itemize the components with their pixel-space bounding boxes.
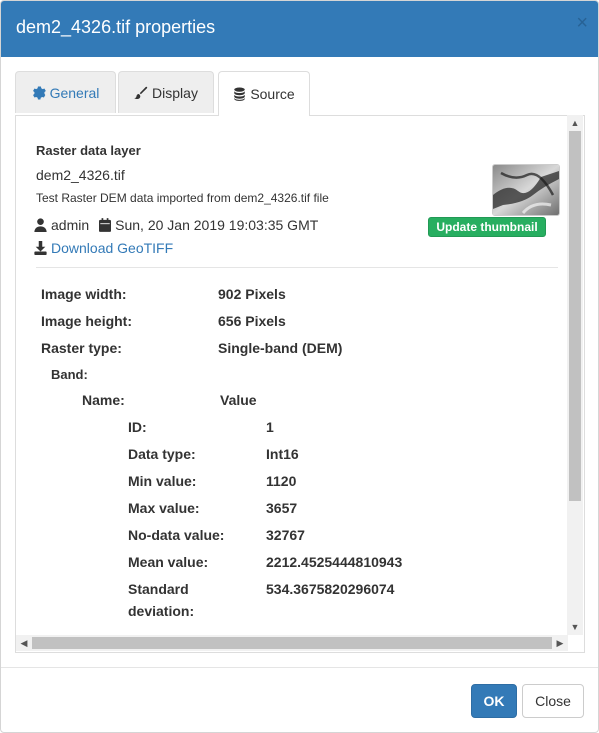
band-row-value: 3657 [266, 500, 298, 516]
layer-name: dem2_4326.tif [36, 167, 125, 183]
download-geotiff-link[interactable]: Download GeoTIFF [34, 240, 173, 256]
vertical-scrollbar[interactable]: ▲ ▼ [567, 115, 583, 635]
source-panel: Raster data layer dem2_4326.tif Test Ras… [15, 115, 585, 653]
tab-bar: General Display Source [15, 71, 585, 116]
band-label: Band: [51, 367, 88, 382]
dialog-title: dem2_4326.tif properties [16, 17, 216, 37]
footer-divider [1, 667, 598, 668]
layer-description: Test Raster DEM data imported from dem2_… [36, 191, 329, 205]
download-icon [34, 241, 47, 255]
prop-label: Image height: [41, 313, 133, 329]
band-row-label: Standard [128, 581, 189, 597]
scroll-thumb-h[interactable] [32, 637, 552, 649]
scroll-right-icon[interactable]: ▶ [552, 635, 568, 651]
prop-value: Single-band (DEM) [218, 340, 343, 356]
user-icon [34, 218, 47, 232]
layer-thumbnail [492, 164, 560, 216]
band-row-label: Min value: [128, 473, 197, 489]
properties-dialog: dem2_4326.tif properties × General Displ… [0, 0, 599, 733]
close-button[interactable]: Close [522, 684, 584, 718]
band-row-label: No-data value: [128, 527, 225, 543]
brush-icon [134, 86, 148, 99]
band-row-label-cont: deviation: [128, 603, 195, 619]
prop-value: 902 Pixels [218, 286, 286, 302]
tab-display-label: Display [152, 84, 198, 101]
scroll-thumb[interactable] [569, 131, 581, 501]
band-row-value: 2212.4525444810943 [266, 554, 403, 570]
band-row-value: 32767 [266, 527, 305, 543]
ok-button[interactable]: OK [471, 684, 517, 718]
band-col-name: Name: [82, 392, 125, 408]
tab-display[interactable]: Display [118, 71, 214, 113]
tab-general-label: General [49, 84, 100, 101]
band-row-value: 1 [266, 419, 274, 435]
tab-source-label: Source [250, 86, 295, 102]
created-date: Sun, 20 Jan 2019 19:03:35 GMT [115, 217, 319, 233]
divider [36, 267, 558, 268]
scroll-up-icon[interactable]: ▲ [567, 115, 583, 131]
band-row-label: ID: [128, 419, 147, 435]
prop-value: 656 Pixels [218, 313, 286, 329]
dialog-header: dem2_4326.tif properties × [1, 1, 598, 57]
owner-name: admin [51, 217, 90, 233]
gear-icon [32, 86, 46, 99]
horizontal-scrollbar[interactable]: ◀ ▶ [16, 635, 568, 651]
scroll-down-icon[interactable]: ▼ [567, 619, 583, 635]
band-row-value: 1120 [266, 473, 297, 489]
band-row-value: 534.3675820296074 [266, 581, 395, 597]
band-row-label: Mean value: [128, 554, 209, 570]
tab-general[interactable]: General [15, 71, 116, 113]
section-title: Raster data layer [36, 143, 141, 158]
database-icon [234, 87, 246, 101]
download-label: Download GeoTIFF [51, 240, 174, 256]
band-row-label: Max value: [128, 500, 200, 516]
prop-label: Image width: [41, 286, 127, 302]
band-row-value: Int16 [266, 446, 299, 462]
calendar-icon [99, 218, 112, 232]
scroll-left-icon[interactable]: ◀ [16, 635, 32, 651]
close-icon[interactable]: × [576, 13, 588, 33]
update-thumbnail-button[interactable]: Update thumbnail [428, 217, 546, 237]
tab-source[interactable]: Source [218, 71, 310, 116]
prop-label: Raster type: [41, 340, 122, 356]
band-row-label: Data type: [128, 446, 196, 462]
layer-meta: admin Sun, 20 Jan 2019 19:03:35 GMT [34, 217, 318, 233]
band-col-value: Value [220, 392, 257, 408]
